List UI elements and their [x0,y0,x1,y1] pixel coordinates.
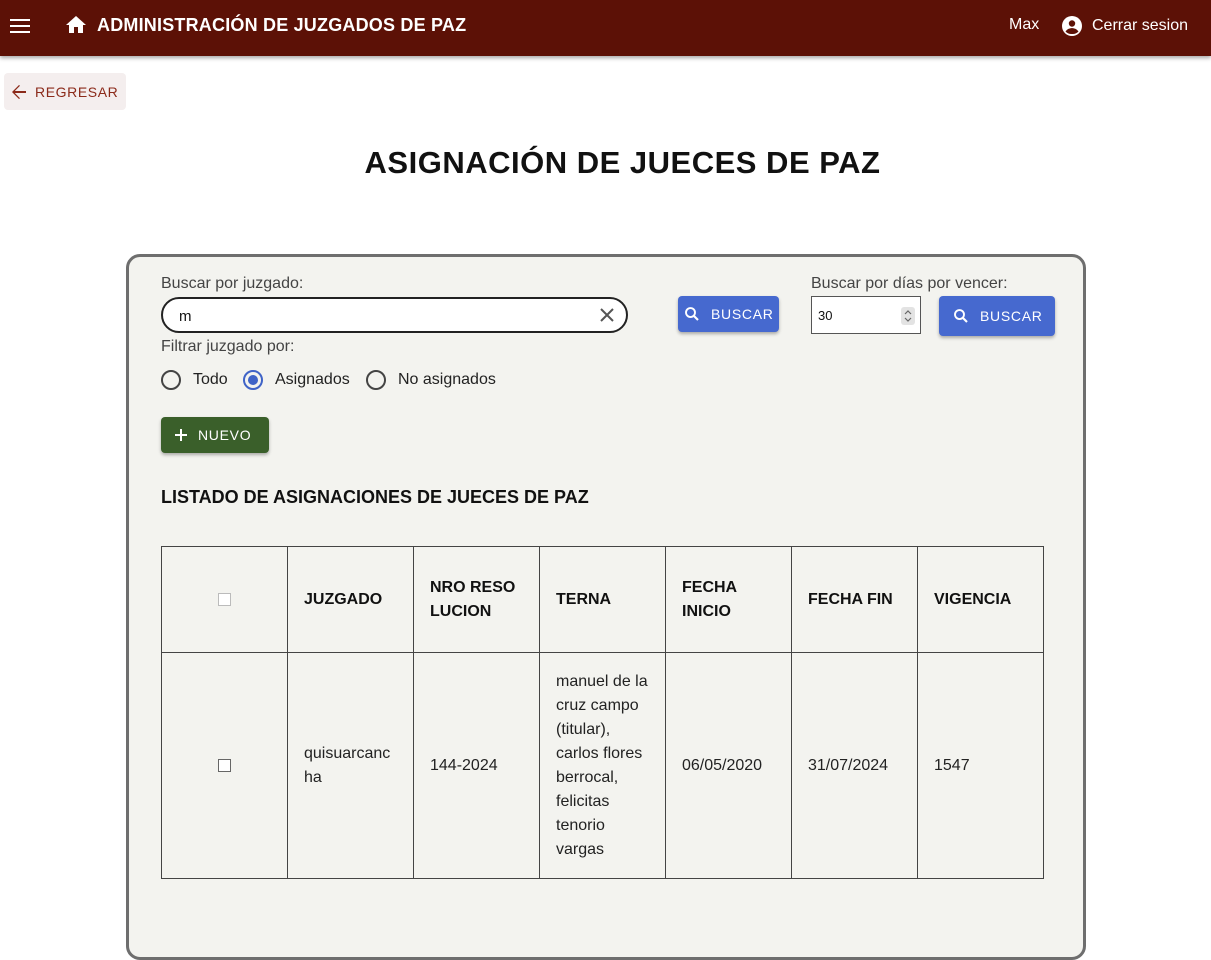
logout-label: Cerrar sesion [1092,17,1189,34]
cell-vigencia: 1547 [917,652,1044,879]
header-nro-resolucion: NRO RESOLUCION [413,546,540,653]
new-button[interactable]: NUEVO [161,417,269,453]
search-input[interactable] [177,305,581,327]
cell-juzgado: quisuarcancha [287,652,414,879]
search-icon [954,309,968,323]
radio-circle-selected [243,370,263,390]
cell-fecha-inicio: 06/05/2020 [665,652,792,879]
home-icon[interactable] [64,13,88,37]
arrow-back-icon [12,84,26,99]
header-fecha-fin: FECHA FIN [791,546,918,653]
radio-todo[interactable]: Todo [161,370,228,390]
search-button-label: BUSCAR [711,306,774,322]
page-title: ASIGNACIÓN DE JUECES DE PAZ [364,145,881,180]
search-days-button[interactable]: BUSCAR [939,296,1055,336]
logout-button[interactable]: Cerrar sesion [1060,12,1188,40]
search-field[interactable] [161,297,628,333]
radio-todo-label: Todo [193,371,228,388]
cell-fecha-fin: 31/07/2024 [791,652,918,879]
account-circle-icon [1062,16,1082,36]
radio-no-asignados-label: No asignados [398,371,496,388]
table-row[interactable]: quisuarcancha 144-2024 manuel de la cruz… [161,652,1044,879]
app-title: ADMINISTRACIÓN DE JUZGADOS DE PAZ [97,15,467,35]
radio-circle [161,370,181,390]
row-checkbox[interactable] [218,758,231,772]
header-vigencia: VIGENCIA [917,546,1044,653]
search-icon [685,307,699,321]
radio-circle [366,370,386,390]
days-label: Buscar por días por vencer: [811,275,1008,292]
cell-terna: manuel de la cruz campo (titular), carlo… [539,652,666,879]
back-button[interactable]: REGRESAR [4,73,126,110]
new-button-label: NUEVO [198,427,252,443]
assignments-table: JUZGADO NRO RESOLUCION TERNA FECHA INICI… [161,546,1044,879]
header-fecha-inicio: FECHA INICIO [665,546,792,653]
spinner-arrows-icon [904,310,912,322]
plus-icon [175,429,187,441]
search-label: Buscar por juzgado: [161,275,304,292]
filter-label: Filtrar juzgado por: [161,338,295,355]
row-checkbox-cell [161,652,288,879]
cell-nro-resolucion: 144-2024 [413,652,540,879]
radio-asignados-label: Asignados [275,371,350,388]
header-juzgado: JUZGADO [287,546,414,653]
header-terna: TERNA [539,546,666,653]
list-title: LISTADO DE ASIGNACIONES DE JUECES DE PAZ [161,487,589,507]
username: Max [1009,16,1040,33]
radio-asignados[interactable]: Asignados [243,370,350,390]
app-bar: ADMINISTRACIÓN DE JUZGADOS DE PAZ Max Ce… [0,0,1211,56]
search-days-button-label: BUSCAR [980,308,1043,324]
radio-no-asignados[interactable]: No asignados [366,370,496,390]
back-button-label: REGRESAR [35,83,119,100]
days-input[interactable] [816,307,890,324]
days-field[interactable] [811,296,921,334]
search-juzgado-button[interactable]: BUSCAR [678,296,779,332]
menu-icon[interactable] [8,12,32,40]
header-checkbox-cell [161,546,288,653]
number-spinner[interactable] [901,307,915,325]
clear-icon[interactable] [598,306,616,324]
select-all-checkbox[interactable] [218,592,231,606]
table-header-row: JUZGADO NRO RESOLUCION TERNA FECHA INICI… [161,546,1044,653]
